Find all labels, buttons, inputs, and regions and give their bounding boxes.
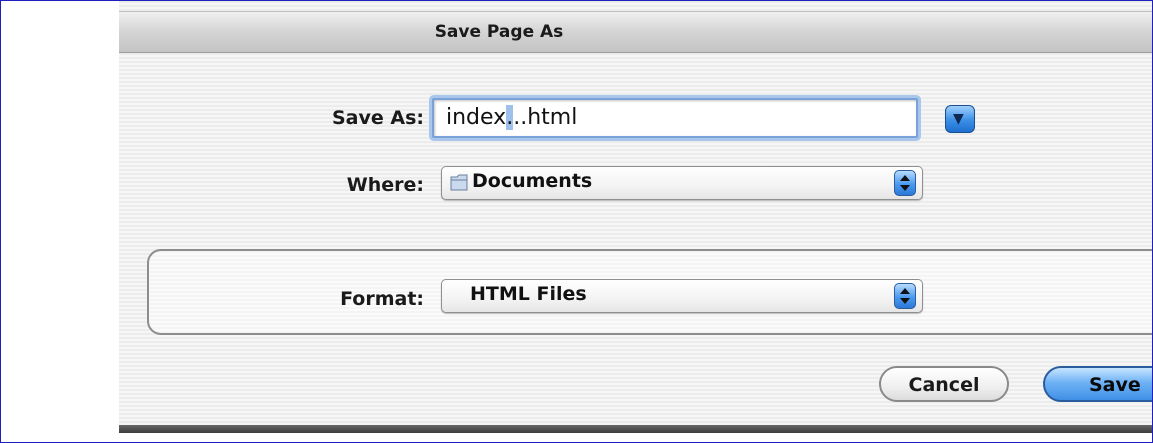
folder-icon — [450, 174, 468, 191]
where-selected: Documents — [472, 170, 593, 192]
popup-arrows-icon — [894, 170, 916, 196]
screenshot-frame: Save Page As Save As: index...html ▼ Whe… — [0, 0, 1153, 443]
save-as-value: index...html — [446, 105, 578, 130]
save-as-label: Save As: — [331, 107, 424, 129]
save-dialog: Save Page As Save As: index...html ▼ Whe… — [119, 1, 1152, 433]
expand-dialog-button[interactable]: ▼ — [945, 105, 975, 133]
save-button[interactable]: Save — [1043, 366, 1152, 402]
where-popup[interactable]: Documents — [441, 166, 923, 200]
format-popup[interactable]: HTML Files — [441, 279, 923, 313]
cancel-button[interactable]: Cancel — [879, 366, 1009, 402]
popup-arrows-icon — [894, 283, 916, 309]
save-as-input[interactable]: index...html — [432, 98, 918, 138]
format-label: Format: — [340, 288, 424, 310]
dialog-title: Save Page As — [434, 22, 564, 42]
chevron-down-icon: ▼ — [953, 111, 964, 127]
title-bar: Save Page As — [119, 11, 1152, 53]
format-selected: HTML Files — [470, 283, 587, 305]
dialog-shadow — [119, 425, 1152, 433]
where-label: Where: — [346, 174, 424, 196]
